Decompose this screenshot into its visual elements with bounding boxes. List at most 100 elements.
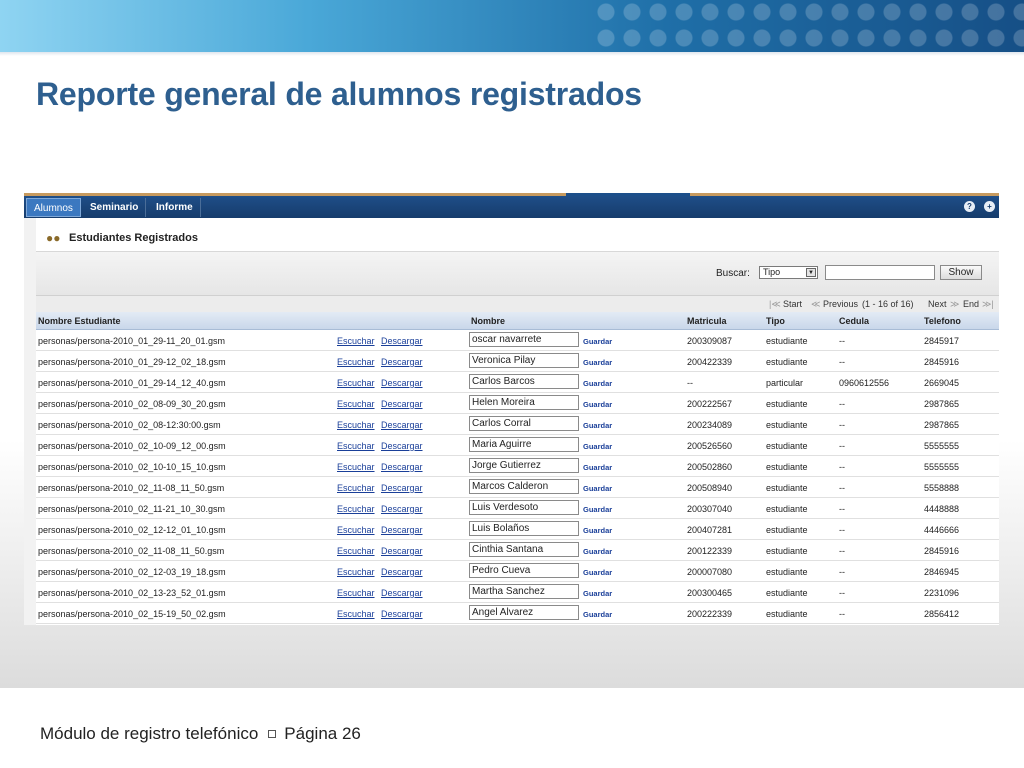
chevron-down-icon: ▼ bbox=[806, 268, 816, 277]
escuchar-link[interactable]: Escuchar bbox=[337, 525, 375, 535]
cell-matricula: 200307040 bbox=[687, 504, 733, 514]
nombre-input[interactable]: Carlos Barcos bbox=[469, 374, 579, 389]
pager-bar: |≪ Start ≪ Previous (1 - 16 of 16) Next … bbox=[36, 295, 999, 312]
escuchar-link[interactable]: Escuchar bbox=[337, 399, 375, 409]
tab-seminario[interactable]: Seminario bbox=[83, 198, 147, 217]
cell-tipo: estudiante bbox=[766, 441, 808, 451]
nombre-input[interactable]: Luis Verdesoto bbox=[469, 500, 579, 515]
col-cedula[interactable]: Cedula bbox=[839, 316, 869, 326]
nombre-input[interactable]: Helen Moreira bbox=[469, 395, 579, 410]
guardar-link[interactable]: Guardar bbox=[583, 484, 612, 493]
escuchar-link[interactable]: Escuchar bbox=[337, 546, 375, 556]
next-page-icon[interactable]: ≫ bbox=[950, 299, 959, 310]
guardar-link[interactable]: Guardar bbox=[583, 358, 612, 367]
guardar-link[interactable]: Guardar bbox=[583, 526, 612, 535]
nombre-input[interactable]: Jorge Gutierrez bbox=[469, 458, 579, 473]
escuchar-link[interactable]: Escuchar bbox=[337, 378, 375, 388]
nombre-input[interactable]: Pedro Cueva bbox=[469, 563, 579, 578]
first-page-icon[interactable]: |≪ bbox=[769, 299, 781, 310]
search-input[interactable] bbox=[825, 265, 935, 280]
escuchar-link[interactable]: Escuchar bbox=[337, 567, 375, 577]
help-icon[interactable]: ? bbox=[964, 201, 975, 212]
pager-next[interactable]: Next bbox=[928, 299, 947, 309]
cell-cedula: -- bbox=[839, 588, 845, 598]
col-nombre-estudiante[interactable]: Nombre Estudiante bbox=[38, 316, 121, 326]
cell-file: personas/persona-2010_02_08-12:30:00.gsm bbox=[38, 420, 221, 430]
nombre-input[interactable]: Maria Aguirre bbox=[469, 437, 579, 452]
add-icon[interactable]: + bbox=[984, 201, 995, 212]
page-header: ●● Estudiantes Registrados bbox=[36, 218, 999, 251]
cell-matricula: 200309087 bbox=[687, 336, 733, 346]
descargar-link[interactable]: Descargar bbox=[381, 525, 423, 535]
escuchar-link[interactable]: Escuchar bbox=[337, 420, 375, 430]
guardar-link[interactable]: Guardar bbox=[583, 337, 612, 346]
nombre-input[interactable]: Carlos Corral bbox=[469, 416, 579, 431]
tab-informe[interactable]: Informe bbox=[149, 198, 201, 217]
escuchar-link[interactable]: Escuchar bbox=[337, 357, 375, 367]
table-row: personas/persona-2010_02_12-03_19_18.gsm… bbox=[36, 561, 999, 582]
col-telefono[interactable]: Telefono bbox=[924, 316, 961, 326]
cell-telefono: 2845917 bbox=[924, 336, 960, 346]
escuchar-link[interactable]: Escuchar bbox=[337, 441, 375, 451]
pager-end[interactable]: End bbox=[963, 299, 979, 309]
col-nombre[interactable]: Nombre bbox=[471, 316, 505, 326]
escuchar-link[interactable]: Escuchar bbox=[337, 483, 375, 493]
nombre-input[interactable]: Cinthia Santana bbox=[469, 542, 579, 557]
cell-matricula: 200222339 bbox=[687, 609, 733, 619]
escuchar-link[interactable]: Escuchar bbox=[337, 609, 375, 619]
banner-decoration bbox=[594, 0, 1024, 52]
descargar-link[interactable]: Descargar bbox=[381, 399, 423, 409]
cell-tipo: estudiante bbox=[766, 462, 808, 472]
nombre-input[interactable]: Veronica Pilay bbox=[469, 353, 579, 368]
descargar-link[interactable]: Descargar bbox=[381, 441, 423, 451]
cell-telefono: 2231096 bbox=[924, 588, 960, 598]
prev-page-icon[interactable]: ≪ bbox=[811, 299, 820, 310]
cell-tipo: particular bbox=[766, 378, 804, 388]
escuchar-link[interactable]: Escuchar bbox=[337, 462, 375, 472]
cell-cedula: -- bbox=[839, 483, 845, 493]
cell-file: personas/persona-2010_02_11-08_11_50.gsm bbox=[38, 546, 225, 556]
guardar-link[interactable]: Guardar bbox=[583, 589, 612, 598]
descargar-link[interactable]: Descargar bbox=[381, 336, 423, 346]
nombre-input[interactable]: Martha Sanchez bbox=[469, 584, 579, 599]
nombre-input[interactable]: Luis Bolaños bbox=[469, 521, 579, 536]
descargar-link[interactable]: Descargar bbox=[381, 588, 423, 598]
cell-cedula: -- bbox=[839, 525, 845, 535]
search-type-select[interactable]: Tipo ▼ bbox=[759, 266, 818, 279]
escuchar-link[interactable]: Escuchar bbox=[337, 504, 375, 514]
guardar-link[interactable]: Guardar bbox=[583, 610, 612, 619]
pager-start[interactable]: Start bbox=[783, 299, 802, 309]
guardar-link[interactable]: Guardar bbox=[583, 442, 612, 451]
descargar-link[interactable]: Descargar bbox=[381, 567, 423, 577]
descargar-link[interactable]: Descargar bbox=[381, 504, 423, 514]
guardar-link[interactable]: Guardar bbox=[583, 400, 612, 409]
guardar-link[interactable]: Guardar bbox=[583, 463, 612, 472]
descargar-link[interactable]: Descargar bbox=[381, 357, 423, 367]
table-row: personas/persona-2010_01_29-11_20_01.gsm… bbox=[36, 330, 999, 351]
descargar-link[interactable]: Descargar bbox=[381, 546, 423, 556]
guardar-link[interactable]: Guardar bbox=[583, 421, 612, 430]
cell-file: personas/persona-2010_02_10-10_15_10.gsm bbox=[38, 462, 226, 472]
col-tipo[interactable]: Tipo bbox=[766, 316, 785, 326]
last-page-icon[interactable]: ≫| bbox=[982, 299, 994, 310]
guardar-link[interactable]: Guardar bbox=[583, 379, 612, 388]
nombre-input[interactable]: Angel Alvarez bbox=[469, 605, 579, 620]
show-button[interactable]: Show bbox=[940, 265, 982, 280]
cell-telefono: 5555555 bbox=[924, 441, 960, 451]
guardar-link[interactable]: Guardar bbox=[583, 547, 612, 556]
descargar-link[interactable]: Descargar bbox=[381, 483, 423, 493]
pager-previous[interactable]: Previous bbox=[823, 299, 858, 309]
escuchar-link[interactable]: Escuchar bbox=[337, 336, 375, 346]
descargar-link[interactable]: Descargar bbox=[381, 462, 423, 472]
descargar-link[interactable]: Descargar bbox=[381, 420, 423, 430]
nombre-input[interactable]: oscar navarrete bbox=[469, 332, 579, 347]
descargar-link[interactable]: Descargar bbox=[381, 609, 423, 619]
guardar-link[interactable]: Guardar bbox=[583, 505, 612, 514]
escuchar-link[interactable]: Escuchar bbox=[337, 588, 375, 598]
nombre-input[interactable]: Marcos Calderon bbox=[469, 479, 579, 494]
col-matricula[interactable]: Matricula bbox=[687, 316, 727, 326]
descargar-link[interactable]: Descargar bbox=[381, 378, 423, 388]
guardar-link[interactable]: Guardar bbox=[583, 568, 612, 577]
tab-alumnos[interactable]: Alumnos bbox=[26, 198, 81, 217]
table-header: Nombre Estudiante Nombre Matricula Tipo … bbox=[36, 312, 999, 330]
